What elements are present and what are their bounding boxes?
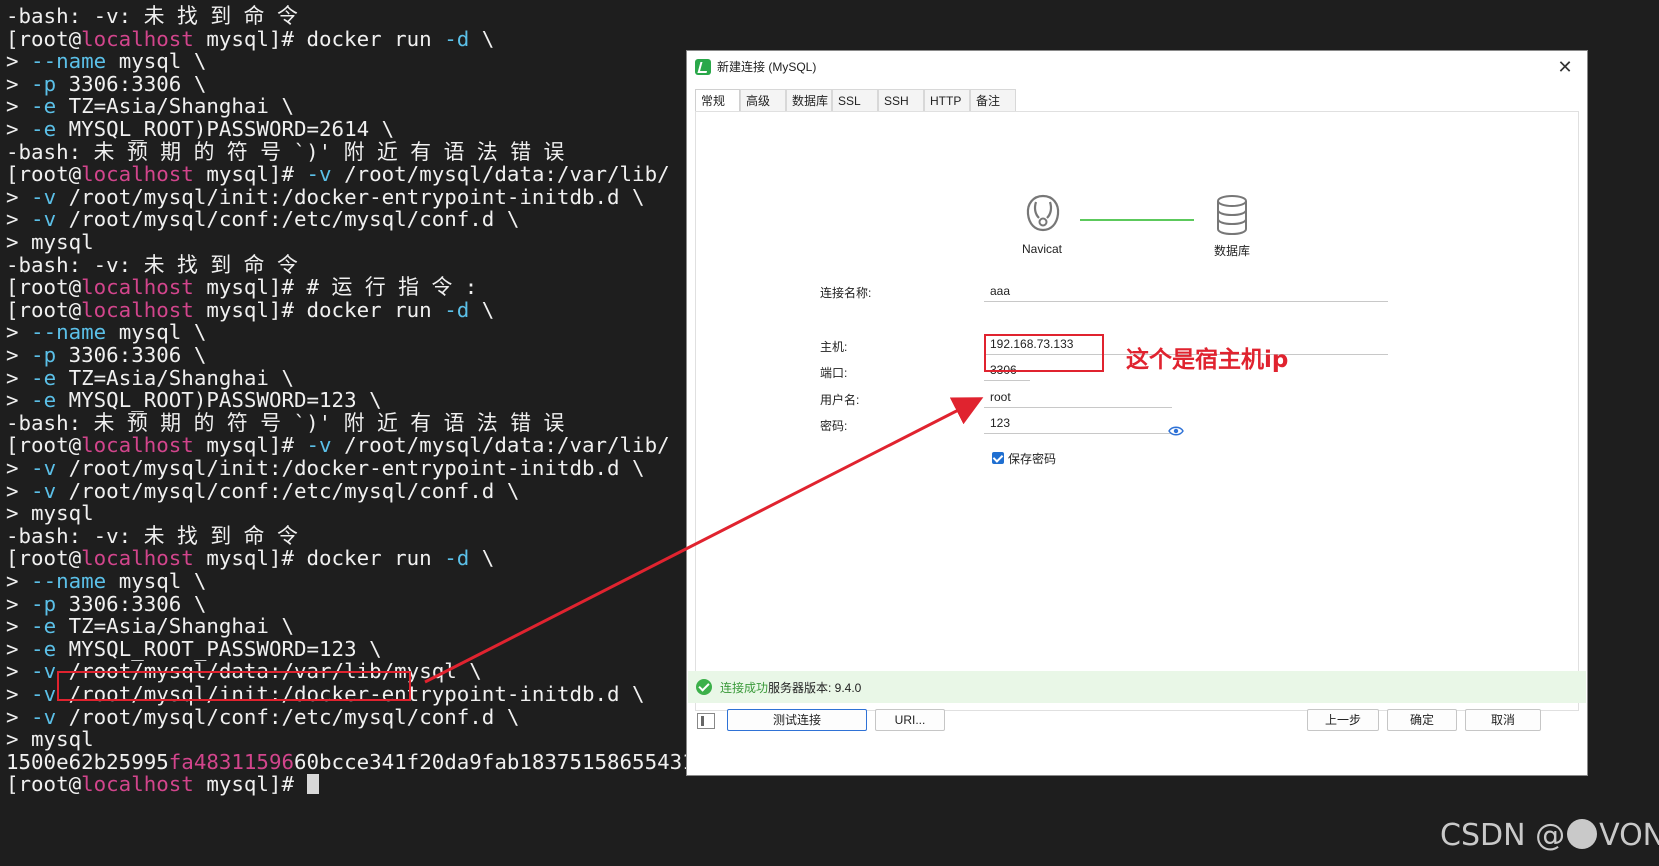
watermark-dot-icon (1567, 819, 1598, 849)
annotation-arrow (424, 397, 984, 684)
watermark-suffix: VON (1599, 818, 1659, 853)
csdn-watermark: CSDN @ VON (1440, 818, 1659, 854)
watermark-prefix: CSDN @ (1440, 818, 1566, 853)
